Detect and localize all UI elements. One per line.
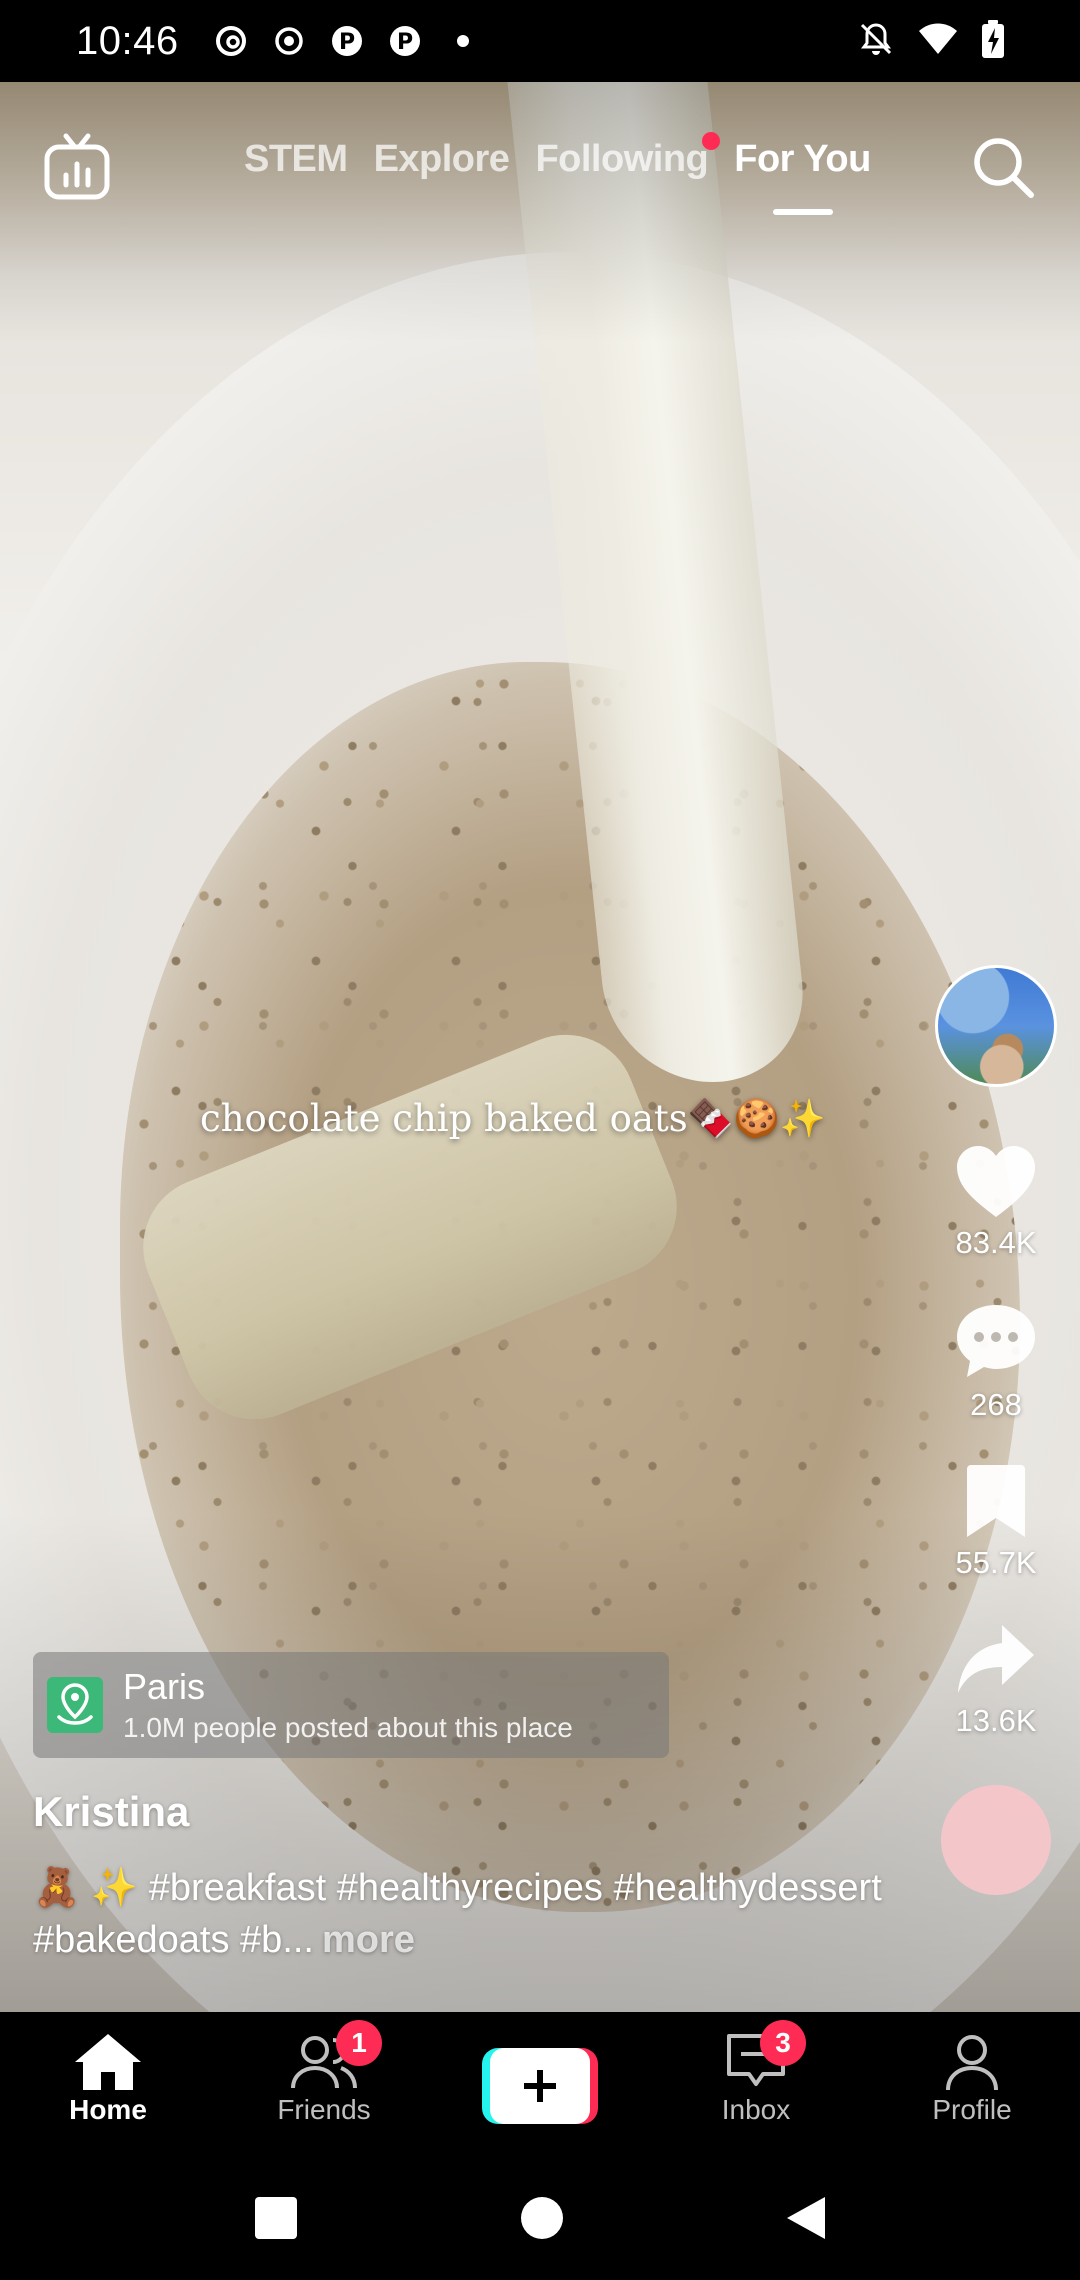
creator-username[interactable]: Kristina [33, 1788, 189, 1836]
record-icon [271, 23, 307, 59]
comment-count: 268 [970, 1387, 1022, 1422]
action-rail: 83.4K 268 55.7K 13.6K [930, 965, 1062, 1895]
location-pin-icon [47, 1677, 103, 1733]
inbox-badge: 3 [760, 2020, 806, 2066]
pinterest-icon: P [387, 23, 423, 59]
like-count: 83.4K [955, 1225, 1037, 1260]
home-icon [75, 2034, 141, 2090]
creator-avatar[interactable] [935, 965, 1057, 1087]
wifi-icon [918, 22, 958, 61]
live-tv-icon[interactable] [42, 132, 112, 202]
nav-friends-label: Friends [277, 2094, 371, 2125]
battery-charging-icon [982, 19, 1004, 63]
nav-inbox[interactable]: Inbox 3 [648, 2012, 864, 2160]
feed-tabs: STEM Explore Following For You [244, 132, 871, 181]
threads-icon [213, 23, 249, 59]
tab-following[interactable]: Following [535, 132, 721, 181]
create-button[interactable] [482, 2048, 598, 2124]
plus-icon [490, 2048, 590, 2124]
video-overlay-text: chocolate chip baked oats🍫🍪✨ [200, 1097, 826, 1140]
nav-inbox-label: Inbox [721, 2094, 791, 2125]
share-icon [957, 1625, 1034, 1693]
comment-icon [957, 1305, 1035, 1377]
nav-profile-label: Profile [932, 2094, 1012, 2125]
svg-text:P: P [339, 30, 355, 55]
bottom-nav: Home Friends 1 Inbox 3 Profile [0, 2012, 1080, 2160]
status-notification-icons: P P [213, 23, 481, 59]
tab-explore[interactable]: Explore [374, 138, 510, 181]
caption-text: 🧸 ✨ #breakfast #healthyrecipes #healthyd… [33, 1867, 882, 1961]
location-name: Paris [123, 1666, 206, 1707]
bookmark-icon [966, 1465, 1025, 1537]
top-nav: STEM Explore Following For You [0, 120, 1080, 240]
more-button[interactable]: more [322, 1919, 415, 1961]
like-button[interactable]: 83.4K [955, 1145, 1037, 1261]
status-system-icons [858, 19, 1004, 63]
music-disc[interactable] [941, 1785, 1051, 1895]
tab-for-you[interactable]: For You [734, 138, 871, 181]
notification-dot [702, 132, 721, 150]
save-button[interactable]: 55.7K [955, 1463, 1037, 1581]
nav-home-label: Home [69, 2094, 147, 2125]
status-bar: 10:46 P P [0, 0, 1080, 82]
nav-friends[interactable]: Friends 1 [216, 2012, 432, 2160]
heart-icon [957, 1146, 1035, 1217]
search-icon[interactable] [970, 134, 1036, 200]
friends-badge: 1 [336, 2020, 382, 2066]
tab-following-label: Following [535, 138, 709, 180]
post-caption[interactable]: 🧸 ✨ #breakfast #healthyrecipes #healthyd… [33, 1862, 913, 1966]
recents-icon[interactable] [253, 2195, 299, 2246]
location-tag[interactable]: Paris 1.0M people posted about this plac… [33, 1652, 669, 1758]
dot-icon [445, 23, 481, 59]
system-nav-bar [0, 2160, 1080, 2280]
share-count: 13.6K [955, 1703, 1037, 1738]
nav-home[interactable]: Home [0, 2012, 216, 2160]
status-time: 10:46 [76, 18, 179, 63]
svg-text:P: P [397, 30, 413, 55]
pinterest-icon: P [329, 23, 365, 59]
profile-icon [946, 2035, 998, 2091]
home-system-icon[interactable] [519, 2195, 565, 2246]
nav-create[interactable] [432, 2012, 648, 2160]
back-icon[interactable] [785, 2195, 827, 2246]
nav-profile[interactable]: Profile [864, 2012, 1080, 2160]
tab-stem[interactable]: STEM [244, 138, 348, 181]
mute-icon [858, 21, 894, 62]
share-button[interactable]: 13.6K [955, 1623, 1037, 1739]
comment-button[interactable]: 268 [955, 1303, 1037, 1423]
save-count: 55.7K [955, 1545, 1037, 1580]
location-subtitle: 1.0M people posted about this place [123, 1712, 573, 1743]
